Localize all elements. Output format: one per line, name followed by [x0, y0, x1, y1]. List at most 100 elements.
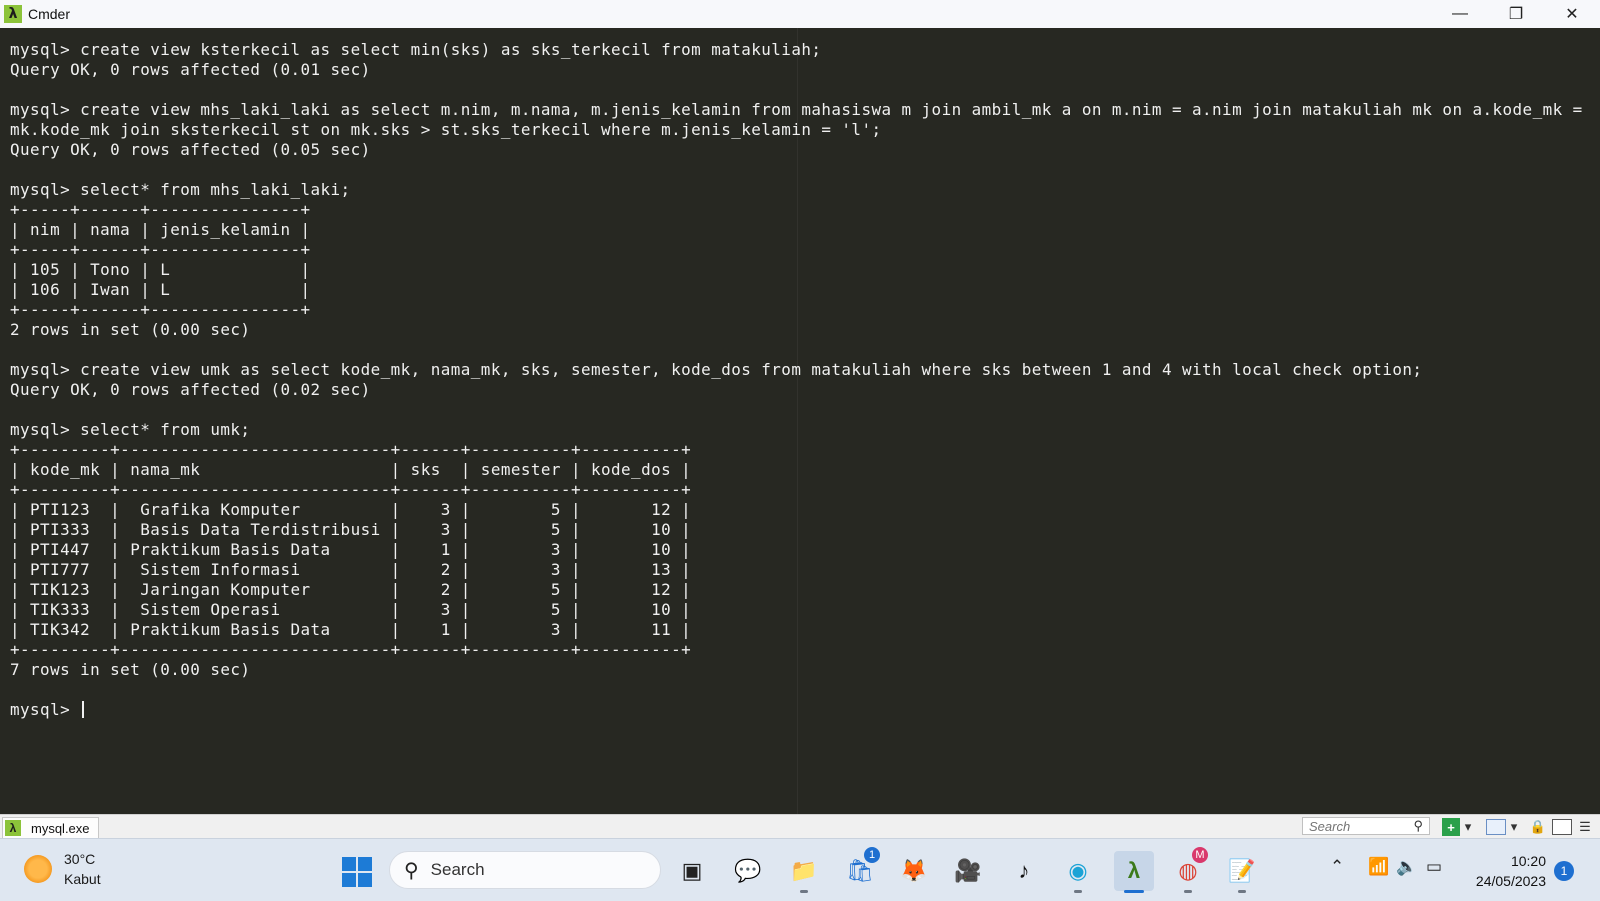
maximize-button[interactable]: ❐ [1488, 0, 1544, 28]
notepad-button[interactable]: 📝 [1222, 851, 1262, 893]
search-input[interactable] [1309, 818, 1404, 834]
terminal-line: | 106 | Iwan | L | [10, 280, 311, 299]
terminal-line: 2 rows in set (0.00 sec) [10, 320, 251, 339]
active-indicator [1124, 890, 1144, 893]
terminal-line: mysql> create view umk as select kode_mk… [10, 360, 1423, 379]
terminal-line: +---------+---------------------------+-… [10, 440, 692, 459]
search-field[interactable]: ⚲ [1302, 817, 1430, 835]
wifi-icon[interactable]: 📶 [1368, 857, 1389, 877]
chevron-down-icon-2[interactable]: ▾ [1508, 818, 1520, 836]
running-indicator [1184, 890, 1192, 893]
terminal-line: +-----+------+---------------+ [10, 240, 311, 259]
layout-icon[interactable] [1552, 819, 1572, 835]
chevron-down-icon[interactable]: ▾ [1462, 818, 1474, 836]
windows-taskbar: 30°C Kabut ⚲ Search ▣ 💬 📁 🛍 1 🦊 🎥 ♪ ◉ λ [0, 838, 1600, 901]
minimize-button[interactable]: — [1432, 0, 1488, 28]
terminal-line: | TIK333 | Sistem Operasi | 3 | 5 | 10 | [10, 600, 692, 619]
terminal-line: mysql> select* from umk; [10, 420, 251, 439]
terminal-line: +---------+---------------------------+-… [10, 640, 692, 659]
terminal-line: | nim | nama | jenis_kelamin | [10, 220, 311, 239]
terminal-prompt-line[interactable]: mysql> [10, 700, 1590, 720]
terminal-line: | PTI333 | Basis Data Terdistribusi | 3 … [10, 520, 692, 539]
menu-icon[interactable]: ☰ [1576, 818, 1594, 836]
console-tab[interactable]: λ mysql.exe [2, 817, 99, 839]
start-button[interactable] [342, 857, 372, 887]
weather-widget[interactable]: 30°C Kabut [24, 849, 101, 889]
clock-date: 24/05/2023 [1475, 873, 1546, 889]
terminal-line: +---------+---------------------------+-… [10, 480, 692, 499]
chrome-button[interactable]: ◍ M [1168, 847, 1208, 893]
terminal-line: +-----+------+---------------+ [10, 200, 311, 219]
terminal-line: mysql> create view ksterkecil as select … [10, 40, 822, 59]
chrome-icon: ◍ [1178, 858, 1198, 883]
terminal-line: Query OK, 0 rows affected (0.01 sec) [10, 60, 371, 79]
terminal-line: | PTI447 | Praktikum Basis Data | 1 | 3 … [10, 540, 692, 559]
tiktok-icon: ♪ [1018, 858, 1030, 883]
windows-logo-icon [342, 857, 356, 871]
folder-icon: 📁 [790, 858, 818, 883]
task-view-icon: ▣ [681, 858, 703, 883]
running-indicator [800, 890, 808, 893]
terminal-line: | kode_mk | nama_mk | sks | semester | k… [10, 460, 692, 479]
mysql-prompt: mysql> [10, 700, 81, 719]
firefox-icon: 🦊 [900, 858, 928, 883]
taskbar-search[interactable]: ⚲ Search [389, 851, 661, 889]
weather-temperature: 30°C [64, 851, 96, 867]
zoom-button[interactable]: 🎥 [948, 851, 988, 891]
close-button[interactable]: ✕ [1544, 0, 1600, 28]
store-badge: 1 [864, 847, 880, 863]
clock-time: 10:20 [1510, 853, 1546, 869]
edge-icon: ◉ [1068, 858, 1088, 883]
terminal-output: mysql> create view ksterkecil as select … [10, 40, 1590, 720]
system-clock[interactable]: 10:20 24/05/2023 [1466, 851, 1546, 891]
split-view-icon[interactable] [1486, 819, 1506, 835]
terminal-line: +-----+------+---------------+ [10, 300, 311, 319]
terminal-console[interactable]: mysql> create view ksterkecil as select … [0, 28, 1600, 814]
lambda-tab-icon: λ [5, 820, 21, 836]
terminal-line: | PTI123 | Grafika Komputer | 3 | 5 | 12… [10, 500, 692, 519]
search-icon[interactable]: ⚲ [1413, 818, 1423, 834]
search-icon: ⚲ [404, 859, 419, 882]
chat-icon: 💬 [734, 858, 762, 883]
taskbar-search-label: Search [430, 860, 485, 879]
zoom-icon: 🎥 [954, 858, 982, 883]
text-cursor [82, 701, 85, 718]
terminal-line: 7 rows in set (0.00 sec) [10, 660, 251, 679]
teams-chat-button[interactable]: 💬 [728, 851, 768, 891]
terminal-line: Query OK, 0 rows affected (0.05 sec) [10, 140, 371, 159]
file-explorer-button[interactable]: 📁 [784, 851, 824, 893]
chrome-profile-badge: M [1192, 847, 1208, 863]
terminal-line: mysql> create view mhs_laki_laki as sele… [10, 100, 1583, 119]
edge-button[interactable]: ◉ [1058, 851, 1098, 893]
volume-icon[interactable]: 🔈 [1396, 857, 1417, 877]
firefox-button[interactable]: 🦊 [894, 851, 934, 891]
window-controls: — ❐ ✕ [1432, 0, 1600, 28]
terminal-line: | 105 | Tono | L | [10, 260, 311, 279]
title-bar: λ Cmder — ❐ ✕ [0, 0, 1600, 28]
task-view-button[interactable]: ▣ [672, 851, 712, 891]
running-indicator [1238, 890, 1246, 893]
terminal-line: | TIK342 | Praktikum Basis Data | 1 | 3 … [10, 620, 692, 639]
terminal-line: mk.kode_mk join sksterkecil st on mk.sks… [10, 120, 882, 139]
notification-badge[interactable]: 1 [1554, 861, 1574, 881]
battery-icon[interactable]: ▭ [1426, 857, 1442, 877]
chevron-up-icon[interactable]: ⌃ [1330, 857, 1344, 877]
store-button[interactable]: 🛍 1 [840, 847, 880, 891]
terminal-line: | TIK123 | Jaringan Komputer | 2 | 5 | 1… [10, 580, 692, 599]
cmder-taskbar-button[interactable]: λ [1114, 851, 1154, 893]
terminal-line: Query OK, 0 rows affected (0.02 sec) [10, 380, 371, 399]
cmder-status-bar: λ mysql.exe ⚲ + ▾ ▾ 🔒 ☰ [0, 814, 1600, 839]
tab-label: mysql.exe [31, 820, 90, 836]
new-console-icon[interactable]: + [1442, 818, 1460, 836]
cmder-lambda-icon: λ [4, 5, 22, 23]
tiktok-button[interactable]: ♪ [1004, 851, 1044, 891]
running-indicator [1074, 890, 1082, 893]
lock-icon[interactable]: 🔒 [1530, 818, 1546, 836]
weather-description: Kabut [64, 871, 101, 887]
terminal-line: mysql> select* from mhs_laki_laki; [10, 180, 351, 199]
